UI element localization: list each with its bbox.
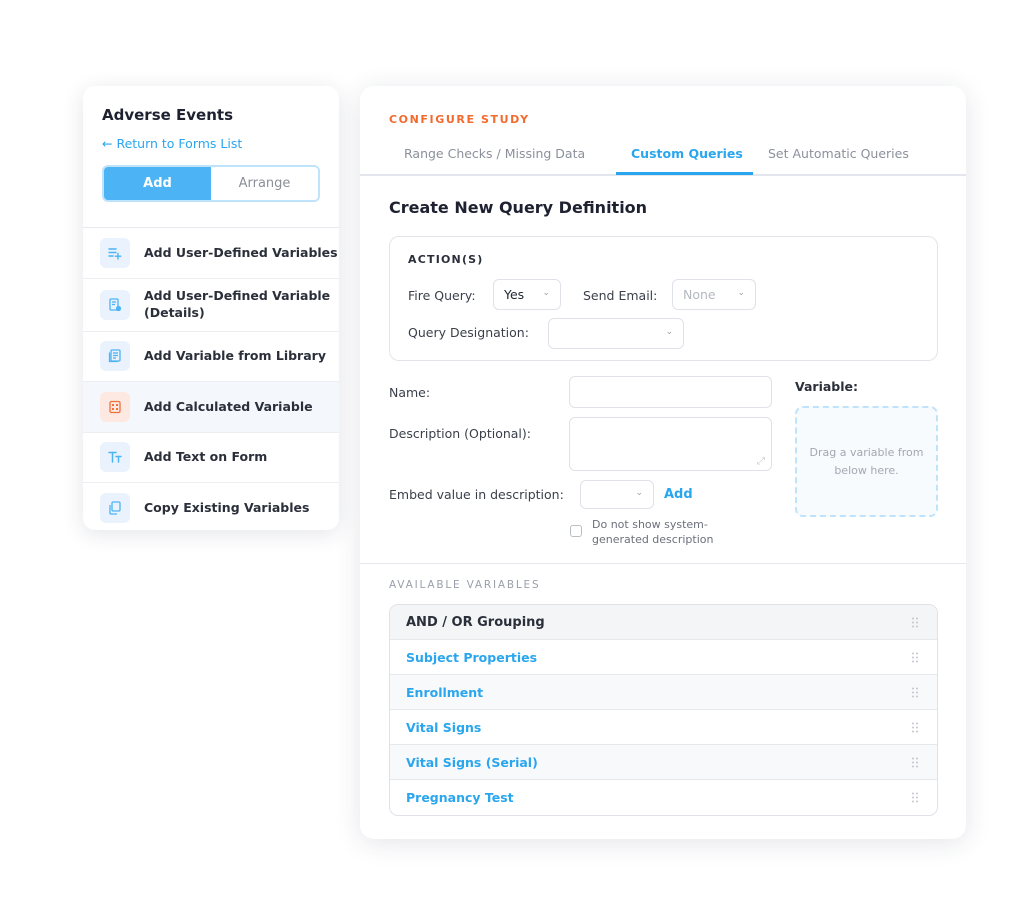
drag-handle-icon[interactable] (911, 617, 919, 628)
row-label: Vital Signs (406, 719, 482, 735)
document-settings-icon (100, 289, 130, 320)
add-calculated-variable-item[interactable]: Add Calculated Variable (83, 382, 339, 433)
actions-title: ACTION(S) (408, 253, 484, 266)
page-title: Create New Query Definition (389, 198, 648, 217)
tab-custom-queries[interactable]: Custom Queries (631, 146, 743, 161)
variable-label: Variable: (795, 379, 859, 394)
hide-system-description-checkbox[interactable] (570, 525, 582, 537)
chevron-down-icon: ⌄ (542, 288, 550, 298)
send-email-label: Send Email: (583, 288, 658, 303)
embed-value-label: Embed value in description: (389, 487, 564, 502)
variable-row-pregnancy-test[interactable]: Pregnancy Test (390, 780, 937, 815)
query-designation-label: Query Designation: (408, 325, 529, 340)
form-title: Adverse Events (102, 106, 233, 124)
send-email-select[interactable]: None ⌄ (672, 279, 756, 310)
mode-toggle: Add Arrange (102, 165, 320, 202)
fire-query-select[interactable]: Yes ⌄ (493, 279, 561, 310)
row-label: Subject Properties (406, 649, 538, 665)
divider (360, 563, 966, 564)
row-label: Pregnancy Test (406, 790, 514, 805)
form-builder-panel: Adverse Events ← Return to Forms List Ad… (83, 86, 339, 530)
tab-automatic-queries[interactable]: Set Automatic Queries (768, 146, 909, 161)
available-variables-list: AND / OR Grouping Subject Properties Enr… (389, 604, 938, 816)
add-mode-button[interactable]: Add (104, 167, 211, 200)
item-label: Add Variable from Library (144, 348, 326, 364)
fire-query-value: Yes (504, 287, 525, 302)
library-icon (100, 341, 130, 372)
hide-system-description-label: Do not show system-generated description (592, 518, 714, 547)
item-label: Add User-Defined Variables (144, 244, 338, 260)
add-options-list: Add User-Defined Variables Add User-Defi… (83, 228, 339, 530)
variable-row-subject-properties[interactable]: Subject Properties (390, 640, 937, 675)
calculator-icon (100, 391, 130, 422)
available-variables-title: AVAILABLE VARIABLES (389, 579, 541, 591)
variable-row-vital-signs[interactable]: Vital Signs (390, 710, 937, 745)
item-label: Copy Existing Variables (144, 500, 310, 516)
description-textarea[interactable]: ⤢ (569, 417, 772, 471)
embed-value-select[interactable]: ⌄ (580, 480, 654, 509)
add-user-defined-variable-details-item[interactable]: Add User-Defined Variable (Details) (83, 279, 339, 332)
variable-dropzone[interactable]: Drag a variable from below here. (795, 406, 938, 517)
name-label: Name: (389, 385, 431, 400)
drag-handle-icon[interactable] (911, 652, 919, 663)
arrange-mode-button[interactable]: Arrange (211, 167, 318, 200)
description-label: Description (Optional): (389, 426, 531, 441)
drag-handle-icon[interactable] (911, 722, 919, 733)
stage: Adverse Events ← Return to Forms List Ad… (0, 0, 1024, 922)
add-variable-from-library-item[interactable]: Add Variable from Library (83, 332, 339, 382)
chevron-down-icon: ⌄ (665, 327, 673, 337)
section-eyebrow: CONFIGURE STUDY (389, 113, 530, 126)
name-input[interactable] (569, 376, 772, 408)
return-to-forms-link[interactable]: ← Return to Forms List (102, 136, 242, 151)
drag-handle-icon[interactable] (911, 757, 919, 768)
item-label: Add Calculated Variable (144, 398, 313, 414)
copy-existing-variables-item[interactable]: Copy Existing Variables (83, 483, 339, 530)
active-tab-indicator (616, 172, 753, 175)
resize-handle-icon[interactable]: ⤢ (757, 456, 765, 467)
variable-row-and-or-grouping[interactable]: AND / OR Grouping (390, 605, 937, 640)
send-email-value: None (683, 287, 716, 302)
drag-handle-icon[interactable] (911, 792, 919, 803)
item-label: Add User-Defined Variable (Details) (144, 288, 331, 320)
text-icon (100, 442, 130, 473)
variable-row-enrollment[interactable]: Enrollment (390, 675, 937, 710)
tab-bar: Range Checks / Missing Data Custom Queri… (360, 141, 966, 176)
dropzone-hint: Drag a variable from below here. (809, 445, 924, 477)
tab-range-checks[interactable]: Range Checks / Missing Data (404, 146, 585, 161)
item-label: Add Text on Form (144, 449, 268, 465)
add-text-on-form-item[interactable]: Add Text on Form (83, 433, 339, 483)
row-label: AND / OR Grouping (406, 614, 545, 630)
add-user-defined-variables-item[interactable]: Add User-Defined Variables (83, 228, 339, 279)
add-embed-button[interactable]: Add (664, 487, 693, 502)
row-label: Enrollment (406, 684, 484, 700)
drag-handle-icon[interactable] (911, 687, 919, 698)
fire-query-label: Fire Query: (408, 288, 476, 303)
query-designation-select[interactable]: ⌄ (548, 318, 684, 349)
row-label: Vital Signs (Serial) (406, 754, 538, 770)
actions-section: ACTION(S) Fire Query: Yes ⌄ Send Email: … (389, 236, 938, 361)
list-add-icon (100, 237, 130, 268)
copy-icon (100, 493, 130, 524)
variable-row-vital-signs-serial[interactable]: Vital Signs (Serial) (390, 745, 937, 780)
chevron-down-icon: ⌄ (635, 488, 643, 498)
configure-study-panel: CONFIGURE STUDY Range Checks / Missing D… (360, 86, 966, 839)
chevron-down-icon: ⌄ (737, 288, 745, 298)
